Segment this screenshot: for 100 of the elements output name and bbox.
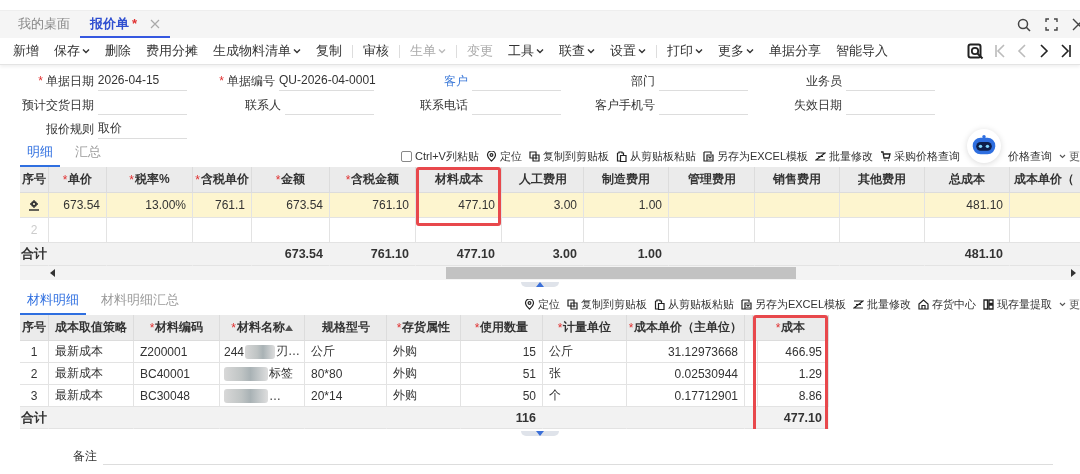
table-cell: 80*80 [305,363,387,385]
input-field[interactable]: 取价 [97,119,187,139]
more-actions-button[interactable]: 更 [1059,149,1080,164]
onhand-icon [983,299,994,310]
toolbar-button[interactable]: 联查 [554,40,600,62]
input-field[interactable]: 2026-04-15 [97,71,187,91]
table-cell: 0.02530944 [627,363,745,385]
table-action[interactable]: 复制到剪贴板 [566,297,647,312]
scroll-right-icon[interactable] [1070,269,1076,277]
toolbar-button[interactable]: 保存 [49,40,95,62]
column-header: *计量单位 [543,315,627,341]
table-cell: 外购 [387,341,461,363]
column-header: 人工费用 [502,167,584,193]
total-cell: 1.00 [584,243,669,266]
column-header: 管理费用 [669,167,755,193]
table-cell: 466.95 [753,341,829,363]
toolbar-button[interactable]: 新增 [8,40,44,62]
table-action[interactable]: 现存量提取 [983,297,1052,312]
table-action[interactable]: 批量修改 [815,149,873,164]
column-header: 规格型号 [305,315,387,341]
column-header: *金额 [252,167,330,193]
table-action[interactable]: 另存为EXCEL模板 [740,297,846,312]
caret-icon [695,48,703,54]
table-action[interactable]: 从剪贴板粘贴 [615,149,696,164]
total-cell: 481.10 [925,243,1010,266]
table-cell: 外购 [387,363,461,385]
field-label: 单据编号 [227,73,275,90]
sort-ascending-icon[interactable] [284,324,293,331]
total-cell: 3.00 [502,243,584,266]
toolbar-button[interactable]: 更多 [713,40,759,62]
column-header: 制造费用 [584,167,669,193]
caret-icon [536,48,544,54]
column-header: 序号 [20,167,49,193]
next-icon[interactable] [1038,44,1050,58]
scroll-left-icon[interactable] [50,269,56,277]
tab-label: 我的桌面 [18,14,70,33]
horizontal-scrollbar[interactable] [20,266,1080,280]
last-record-icon[interactable] [1060,44,1072,58]
column-header: *使用数量 [461,315,543,341]
excel-icon [740,299,752,310]
table-cell: 761.1 [193,193,252,218]
toolbar-button[interactable]: 复制 [311,40,347,62]
field-label: 业务员 [805,73,842,90]
search-icon[interactable] [1017,17,1031,32]
column-header: 总成本 [925,167,1010,193]
table-action[interactable]: 存货中心 [918,297,976,312]
field-label: 失效日期 [793,97,842,114]
column-header: 序号 [20,315,49,341]
column-header: 其他费用 [840,167,925,193]
toolbar-button[interactable]: 生成物料清单 [208,40,306,62]
locate-icon [485,151,497,162]
toolbar-button[interactable]: 工具 [503,40,549,62]
table-action[interactable]: 定位 [523,297,560,312]
scrollbar-thumb[interactable] [446,267,796,279]
table-cell-text: … [269,388,281,403]
toolbar-button[interactable]: 费用分摊 [141,40,203,62]
total-cell: 761.10 [330,243,416,266]
table-cell: 公斤 [305,341,387,363]
page-tab[interactable]: 报价单 * [80,11,171,38]
row-edit-icon[interactable] [28,199,40,211]
column-header: 成本取值策略 [49,315,134,341]
table-action[interactable]: 复制到剪贴板 [528,149,609,164]
paste-checkbox[interactable]: Ctrl+V列粘贴 [401,149,479,164]
toolbar-button[interactable]: 审核 [358,40,394,62]
field-label: 客户手机号 [594,97,655,114]
table-cell: BC40001 [134,363,220,385]
field-label-link[interactable]: 客户 [443,71,468,91]
paste-icon [615,151,627,162]
table-action[interactable]: 另存为EXCEL模板 [702,149,808,164]
column-header: 销售费用 [755,167,840,193]
table-action[interactable]: 价格查询 [1008,149,1052,164]
collapse-handle[interactable] [521,282,559,287]
column-header: *存货属性 [387,315,461,341]
toolbar-button[interactable]: 单据分享 [764,40,826,62]
field-label: 部门 [630,73,655,90]
table-action[interactable]: 采购价格查询 [880,149,960,164]
price-icon [880,151,891,162]
table-cell: 3.00 [502,193,584,218]
robot-assistant-icon[interactable] [967,128,1001,163]
table-action[interactable]: 从剪贴板粘贴 [653,297,734,312]
toolbar-button[interactable]: 删除 [100,40,136,62]
table-action[interactable]: 批量修改 [853,297,911,312]
toolbar-button[interactable]: 设置 [605,40,651,62]
input-field[interactable]: QU-2026-04-0001 [279,71,374,91]
more-actions-button[interactable]: 更 [1059,297,1080,312]
table-action[interactable]: 定位 [485,149,522,164]
caret-icon [82,48,90,54]
table-cell: 1.00 [584,193,669,218]
toolbar-button[interactable]: 智能导入 [831,40,893,62]
close-tab-icon[interactable] [150,18,161,29]
column-header: *成本单价（主单位） [627,315,745,341]
field-label: 报价规则 [45,121,94,138]
collapse-handle[interactable] [521,431,559,436]
table-cell: 公斤 [543,341,627,363]
excel-icon [702,151,714,162]
fullscreen-icon[interactable] [1045,18,1058,31]
toolbar-button[interactable]: 打印 [662,40,708,62]
caret-icon [293,48,301,54]
print-preview-icon[interactable] [967,42,984,60]
required-marker: * [38,73,43,90]
